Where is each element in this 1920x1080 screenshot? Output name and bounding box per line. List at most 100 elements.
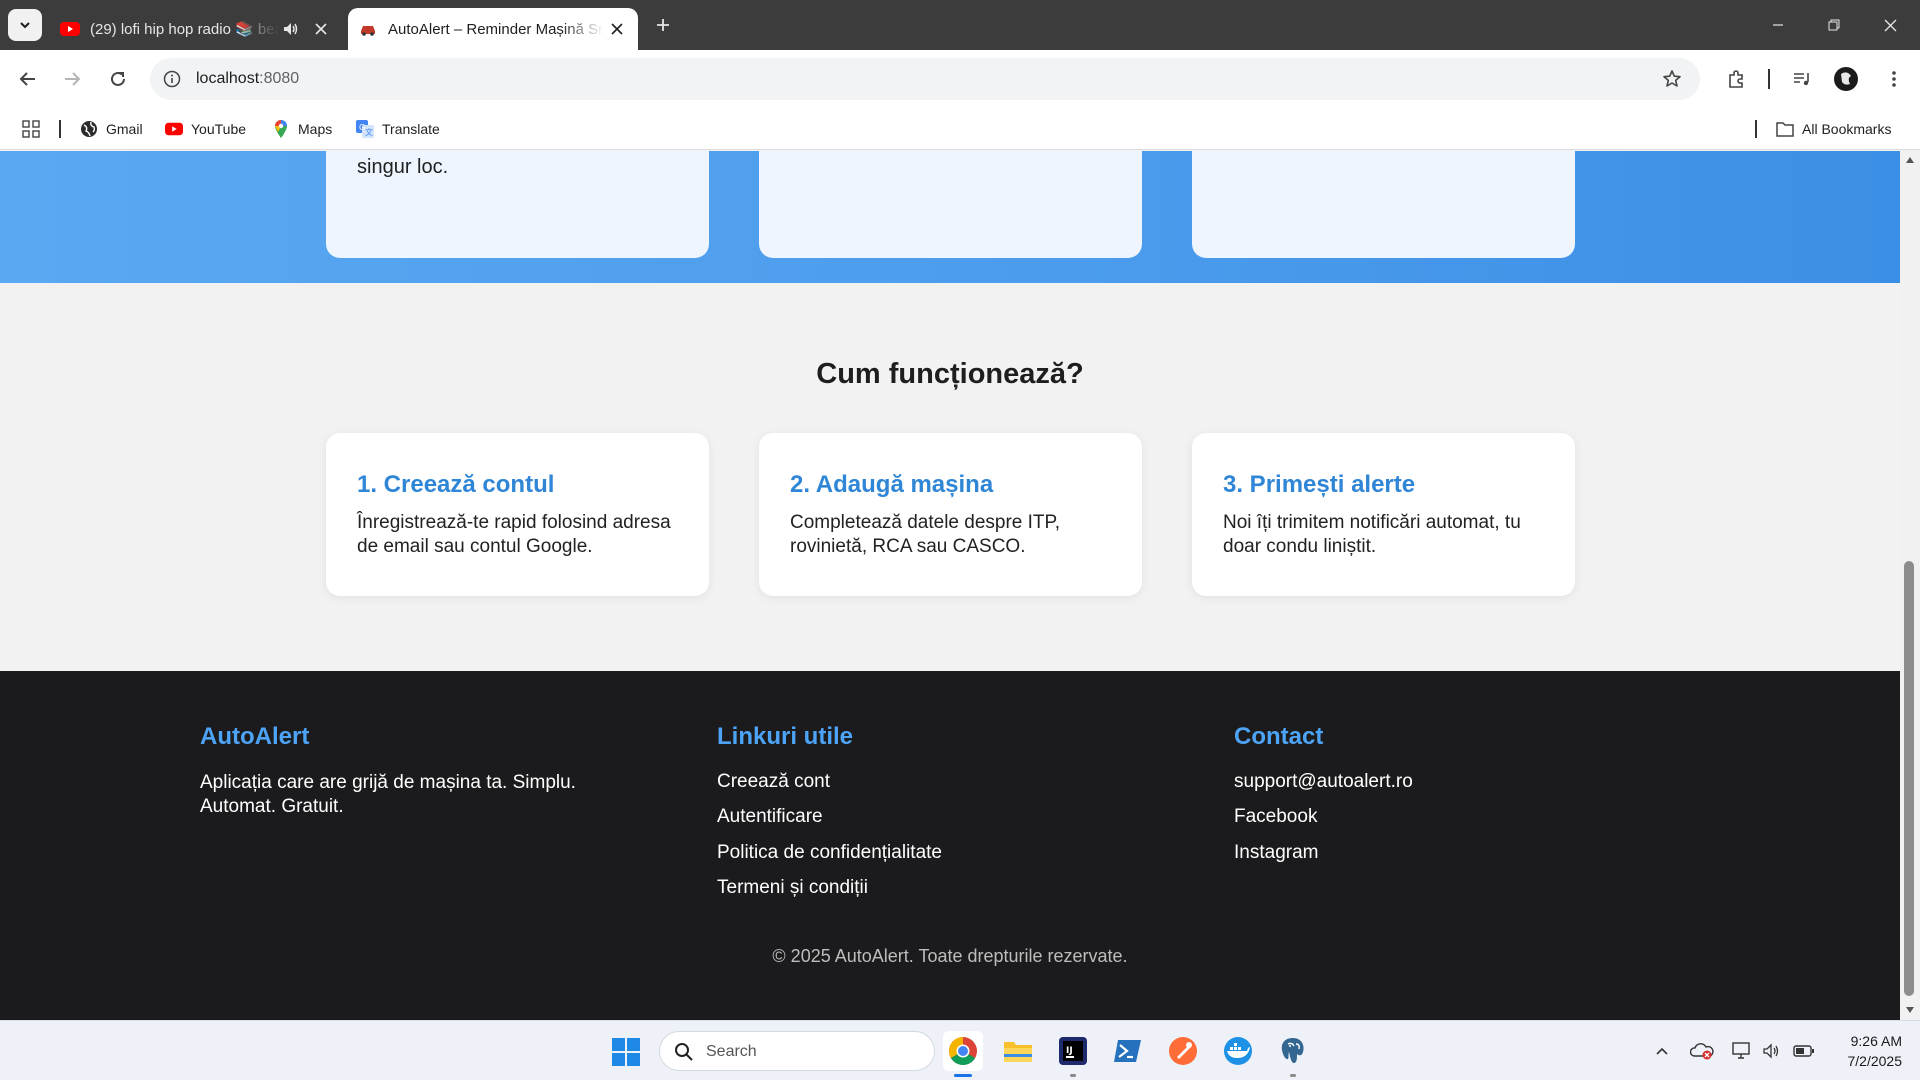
taskbar-search-placeholder: Search xyxy=(706,1043,757,1060)
footer-contact-instagram[interactable]: Instagram xyxy=(1234,842,1318,864)
apps-grid-icon[interactable] xyxy=(22,118,40,140)
bookmark-gmail[interactable]: Gmail xyxy=(80,118,143,140)
step-description: Completează datele despre ITP, rovinietă… xyxy=(790,512,1061,557)
feature-card xyxy=(1192,151,1575,258)
url-text[interactable]: localhost:8080 xyxy=(196,70,299,88)
scroll-up-icon[interactable] xyxy=(1905,155,1915,165)
search-icon xyxy=(675,1043,693,1061)
profile-avatar-icon[interactable] xyxy=(1830,63,1862,95)
tab-title: (29) lofi hip hop radio 📚 beats to relax… xyxy=(90,21,280,38)
svg-text:IJ: IJ xyxy=(1066,1046,1073,1056)
folder-icon xyxy=(1776,120,1794,138)
all-bookmarks-label: All Bookmarks xyxy=(1802,121,1892,137)
volume-icon[interactable] xyxy=(1760,1039,1784,1063)
plus-icon xyxy=(657,19,669,31)
bookmark-maps[interactable]: Maps xyxy=(272,118,332,140)
feature-card xyxy=(759,151,1142,258)
battery-icon[interactable] xyxy=(1792,1039,1816,1063)
page-scrollbar[interactable] xyxy=(1900,151,1920,1020)
running-indicator xyxy=(954,1074,972,1077)
clock-date: 7/2/2025 xyxy=(1847,1053,1903,1069)
new-tab-button[interactable] xyxy=(648,10,678,40)
footer-brand-text: Aplicația care are grijă de mașina ta. S… xyxy=(200,772,576,817)
footer-brand-title: AutoAlert xyxy=(200,723,310,750)
bookmark-label: Gmail xyxy=(106,121,143,137)
tab-search-button[interactable] xyxy=(8,9,42,41)
svg-text:文: 文 xyxy=(365,127,373,137)
tab-title: AutoAlert – Reminder Mașină Smart xyxy=(388,20,604,38)
chrome-icon[interactable] xyxy=(943,1031,983,1077)
docker-icon[interactable] xyxy=(1218,1031,1258,1071)
scroll-down-icon[interactable] xyxy=(1905,1005,1915,1015)
footer-link-create-account[interactable]: Creează cont xyxy=(717,771,830,793)
reload-button[interactable] xyxy=(102,63,134,95)
footer-link-terms[interactable]: Termeni și condiții xyxy=(717,877,868,899)
tab-strip: (29) lofi hip hop radio 📚 beats to relax… xyxy=(0,0,1920,50)
restore-button[interactable] xyxy=(1806,0,1862,50)
menu-kebab-icon[interactable] xyxy=(1878,63,1910,95)
reload-icon xyxy=(111,71,125,86)
footer-contact-facebook[interactable]: Facebook xyxy=(1234,806,1317,828)
clock-time: 9:26 AM xyxy=(1850,1033,1902,1049)
bookmark-youtube[interactable]: YouTube xyxy=(165,118,246,140)
address-bar[interactable]: localhost:8080 xyxy=(150,58,1700,100)
globe-icon xyxy=(80,120,98,138)
features-section: singur loc. xyxy=(0,151,1900,283)
bookmarks-divider xyxy=(1755,120,1757,138)
translate-icon: G文 xyxy=(356,120,374,138)
taskbar-clock[interactable]: 9:26 AM 7/2/2025 xyxy=(1822,1031,1903,1071)
forward-button[interactable] xyxy=(56,63,88,95)
site-info-icon[interactable] xyxy=(160,67,184,91)
feature-card: singur loc. xyxy=(326,151,709,258)
postgresql-icon[interactable] xyxy=(1273,1031,1313,1077)
step-card-receive-alerts: 3. Primești alerte Noi îți trimitem noti… xyxy=(1192,433,1575,596)
youtube-icon xyxy=(165,120,183,138)
onedrive-error-icon[interactable] xyxy=(1690,1039,1714,1063)
taskbar-search[interactable]: Search xyxy=(659,1031,935,1071)
step-card-add-car: 2. Adaugă mașina Completează datele desp… xyxy=(759,433,1142,596)
arrow-left-icon xyxy=(19,72,35,86)
extensions-icon[interactable] xyxy=(1720,63,1752,95)
all-bookmarks-button[interactable]: All Bookmarks xyxy=(1776,118,1891,140)
media-control-icon[interactable] xyxy=(1786,63,1818,95)
step-description: Înregistrează-te rapid folosind adresa d… xyxy=(357,512,671,557)
footer-contact-email[interactable]: support@autoalert.ro xyxy=(1234,771,1413,793)
footer-link-privacy[interactable]: Politica de confidențialitate xyxy=(717,842,942,864)
step-description: Noi îți trimitem notificări automat, tu … xyxy=(1223,512,1521,557)
minimize-button[interactable] xyxy=(1750,0,1806,50)
step-card-create-account: 1. Creează contul Înregistrează-te rapid… xyxy=(326,433,709,596)
close-window-button[interactable] xyxy=(1862,0,1918,50)
postman-icon[interactable] xyxy=(1163,1031,1203,1071)
powershell-icon[interactable] xyxy=(1108,1031,1148,1071)
windows-start-icon[interactable] xyxy=(611,1037,641,1067)
tab-autoalert[interactable]: AutoAlert – Reminder Mașină Smart xyxy=(348,8,638,50)
bookmarks-bar: Gmail YouTube Maps G文 Translate All Book… xyxy=(0,108,1920,150)
bookmark-star-icon[interactable] xyxy=(1660,67,1684,91)
close-icon[interactable] xyxy=(604,16,630,42)
toolbar-divider xyxy=(1768,69,1770,89)
url-port: :8080 xyxy=(259,70,300,87)
youtube-icon xyxy=(60,19,80,39)
browser-toolbar: localhost:8080 xyxy=(0,50,1920,108)
speaker-icon[interactable] xyxy=(280,18,302,40)
site-footer: AutoAlert Aplicația care are grijă de ma… xyxy=(0,671,1900,1020)
step-title: 2. Adaugă mașina xyxy=(790,471,994,498)
back-button[interactable] xyxy=(12,63,44,95)
running-indicator xyxy=(1070,1074,1076,1077)
footer-links-title: Linkuri utile xyxy=(717,723,854,750)
bookmark-translate[interactable]: G文 Translate xyxy=(356,118,440,140)
minimize-icon xyxy=(1773,24,1783,26)
bookmark-label: Maps xyxy=(298,121,333,137)
car-icon xyxy=(358,19,378,39)
step-title: 1. Creează contul xyxy=(357,471,555,498)
network-icon[interactable] xyxy=(1730,1039,1754,1063)
intellij-icon[interactable]: IJ xyxy=(1053,1031,1093,1077)
file-explorer-icon[interactable] xyxy=(998,1031,1038,1071)
url-host: localhost xyxy=(196,70,260,87)
footer-link-login[interactable]: Autentificare xyxy=(717,806,823,828)
tab-lofi[interactable]: (29) lofi hip hop radio 📚 beats to relax… xyxy=(52,8,342,50)
close-icon[interactable] xyxy=(308,16,334,42)
chevron-up-icon[interactable] xyxy=(1650,1039,1674,1063)
running-indicator xyxy=(1290,1074,1296,1077)
scrollbar-thumb[interactable] xyxy=(1904,561,1914,996)
